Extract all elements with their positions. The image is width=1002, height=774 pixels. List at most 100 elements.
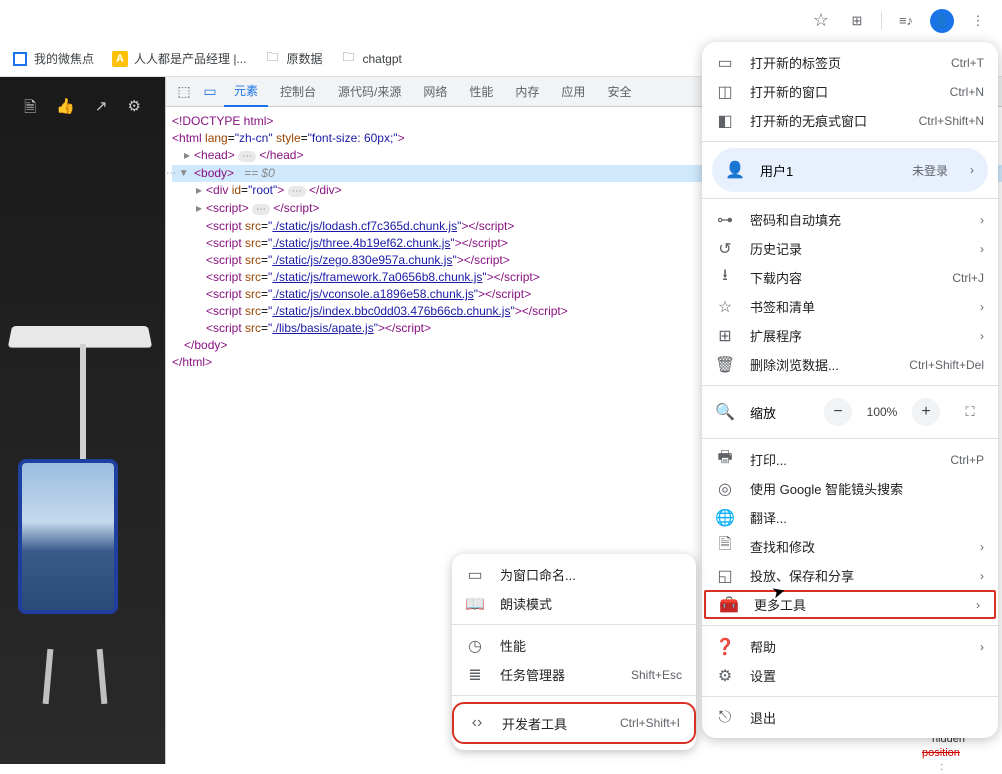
inspect-icon[interactable]: ⬚ — [172, 80, 196, 104]
media-control-icon[interactable]: ≡♪ — [890, 5, 922, 37]
menu-item-投放、保存和分享[interactable]: ◱投放、保存和分享› — [702, 561, 998, 590]
bookmark-label: 人人都是产品经理 |... — [134, 50, 246, 67]
chevron-right-icon: › — [980, 329, 984, 343]
menu-item-icon: ⊶ — [716, 210, 734, 230]
menu-item-label: 打开新的标签页 — [750, 53, 935, 72]
menu-item-label: 历史记录 — [750, 239, 964, 258]
menu-user-label: 用户1 — [760, 161, 896, 180]
menu-item-label: 任务管理器 — [500, 665, 615, 684]
menu-separator — [702, 198, 998, 199]
chevron-right-icon: › — [980, 540, 984, 554]
chevron-right-icon: › — [980, 242, 984, 256]
menu-item-icon: ◧ — [716, 111, 734, 131]
menu-item-icon: 🗎 — [716, 533, 734, 560]
menu-item-查找和修改[interactable]: 🗎 查找和修改 › — [702, 532, 998, 561]
menu-item-icon: ◫ — [716, 82, 734, 102]
tab-memory[interactable]: 内存 — [505, 77, 549, 106]
menu-item-扩展程序[interactable]: ⊞ 扩展程序 › — [702, 321, 998, 350]
menu-item-密码和自动填充[interactable]: ⊶密码和自动填充› — [702, 205, 998, 234]
menu-item-shortcut: Ctrl+P — [950, 453, 984, 467]
menu-item-label: 密码和自动填充 — [750, 210, 964, 229]
menu-item-icon: ❓ — [716, 637, 734, 657]
menu-item-label: 扩展程序 — [750, 326, 964, 345]
fullscreen-icon[interactable]: ⛶ — [956, 398, 984, 426]
menu-item-下载内容[interactable]: ⭳下载内容Ctrl+J — [702, 263, 998, 292]
menu-item-使用 Google 智能镜头搜索[interactable]: ◎使用 Google 智能镜头搜索 — [702, 474, 998, 503]
toolbar-divider — [881, 12, 882, 30]
menu-item-朗读模式[interactable]: 📖朗读模式 — [452, 589, 696, 618]
menu-item-icon: 🗑 — [716, 355, 734, 375]
menu-item-shortcut: Ctrl+Shift+Del — [909, 358, 984, 372]
bookmark-item-0[interactable]: 我的微焦点 — [12, 50, 94, 67]
bookmark-star-icon[interactable]: ☆ — [805, 5, 837, 37]
gear-icon[interactable]: ⚙ — [127, 97, 140, 122]
menu-item-label: 朗读模式 — [500, 594, 682, 613]
menu-item-icon: ‹› — [468, 714, 486, 732]
chevron-right-icon: › — [980, 640, 984, 654]
menu-item-icon: 🖶 — [716, 446, 734, 473]
menu-item-shortcut: Ctrl+Shift+I — [620, 716, 680, 730]
menu-item-打开新的窗口[interactable]: ◫打开新的窗口Ctrl+N — [702, 77, 998, 106]
menu-item-label: 书签和清单 — [750, 297, 964, 316]
menu-item-性能[interactable]: ◷性能 — [452, 631, 696, 660]
menu-item-删除浏览数据...[interactable]: 🗑删除浏览数据...Ctrl+Shift+Del — [702, 350, 998, 379]
menu-item-icon: ≣ — [466, 665, 484, 685]
chevron-right-icon: › — [976, 598, 980, 612]
menu-item-label: 为窗口命名... — [500, 565, 682, 584]
bookmark-label: 原数据 — [286, 50, 322, 67]
menu-item-shortcut: Ctrl+T — [951, 56, 984, 70]
menu-item-icon: ◷ — [466, 636, 484, 656]
tab-security[interactable]: 安全 — [597, 77, 641, 106]
zoom-in-button[interactable]: + — [912, 398, 940, 426]
menu-item-退出[interactable]: ⎋退出 — [702, 703, 998, 732]
zoom-out-button[interactable]: − — [824, 398, 852, 426]
menu-item-icon: ▭ — [466, 565, 484, 585]
menu-item-打开新的标签页[interactable]: ▭打开新的标签页Ctrl+T — [702, 48, 998, 77]
menu-item-帮助[interactable]: ❓帮助› — [702, 632, 998, 661]
browser-toolbar: ☆ ⊞ ≡♪ 👤 ⋮ — [0, 0, 1002, 41]
menu-zoom-row: 🔍 缩放 − 100% + ⛶ — [702, 392, 998, 432]
menu-item-label: 翻译... — [750, 508, 984, 527]
menu-item-打开新的无痕式窗口[interactable]: ◧打开新的无痕式窗口Ctrl+Shift+N — [702, 106, 998, 135]
menu-item-icon: 🧰 — [720, 595, 738, 615]
menu-item-icon: ☆ — [716, 297, 734, 317]
thumb-icon[interactable]: 👍 — [56, 97, 75, 122]
tab-elements[interactable]: 元素 — [224, 76, 268, 107]
menu-dots-icon[interactable]: ⋮ — [962, 5, 994, 37]
menu-item-书签和清单[interactable]: ☆书签和清单› — [702, 292, 998, 321]
bookmark-item-3[interactable]: 🗀 chatgpt — [341, 51, 402, 67]
menu-item-label: 查找和修改 — [750, 537, 964, 556]
menu-item-任务管理器[interactable]: ≣ 任务管理器 Shift+Esc — [452, 660, 696, 689]
menu-item-设置[interactable]: ⚙ 设置 — [702, 661, 998, 690]
menu-item-shortcut: Ctrl+J — [952, 271, 984, 285]
menu-item-icon: ⚙ — [716, 666, 734, 686]
menu-item-开发者工具[interactable]: ‹›开发者工具Ctrl+Shift+I — [452, 702, 696, 744]
menu-item-翻译...[interactable]: 🌐翻译... — [702, 503, 998, 532]
menu-item-历史记录[interactable]: ↺历史记录› — [702, 234, 998, 263]
menu-item-更多工具[interactable]: 🧰更多工具› — [704, 590, 996, 619]
menu-item-shortcut: Shift+Esc — [631, 668, 682, 682]
menu-item-label: 使用 Google 智能镜头搜索 — [750, 479, 984, 498]
extensions-icon[interactable]: ⊞ — [841, 5, 873, 37]
bookmark-label: chatgpt — [363, 52, 402, 66]
zoom-value: 100% — [860, 405, 904, 419]
menu-item-打印...[interactable]: 🖶打印...Ctrl+P — [702, 445, 998, 474]
bookmark-square-icon — [12, 51, 28, 67]
menu-item-icon: ⊞ — [716, 326, 734, 346]
menu-user-row[interactable]: 👤 用户1 未登录 › — [712, 148, 988, 192]
tab-performance[interactable]: 性能 — [459, 77, 503, 106]
device-toggle-icon[interactable]: ▭ — [198, 80, 222, 104]
tab-sources[interactable]: 源代码/来源 — [328, 77, 411, 106]
menu-separator — [702, 696, 998, 697]
bookmark-item-1[interactable]: A 人人都是产品经理 |... — [112, 50, 246, 67]
doc-icon[interactable]: 🗎 — [24, 97, 36, 122]
tab-console[interactable]: 控制台 — [270, 77, 326, 106]
menu-item-为窗口命名...[interactable]: ▭ 为窗口命名... — [452, 560, 696, 589]
profile-avatar[interactable]: 👤 — [926, 5, 958, 37]
menu-item-label: 设置 — [750, 666, 984, 685]
tab-application[interactable]: 应用 — [551, 77, 595, 106]
bookmark-item-2[interactable]: 🗀 原数据 — [264, 50, 322, 67]
menu-item-icon: ⎋ — [716, 709, 734, 727]
tab-network[interactable]: 网络 — [413, 77, 457, 106]
share-icon[interactable]: ↗ — [95, 97, 108, 122]
